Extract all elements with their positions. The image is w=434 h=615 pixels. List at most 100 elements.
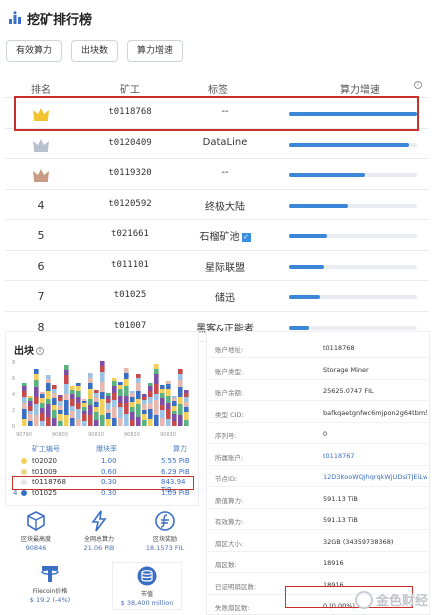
chart-bar-segment <box>142 400 147 404</box>
chart-bar-segment <box>130 407 135 412</box>
chart-bar-segment <box>136 404 141 417</box>
network-stats: 区块最高度 90846 全网总算力 21.06 PiB 区块奖励 18.1573… <box>0 506 200 614</box>
y-tick-label: 0 <box>12 424 15 430</box>
chart-bar-segment <box>148 397 153 403</box>
chart-bar-segment <box>28 401 33 406</box>
chart-bar-segment <box>154 384 159 394</box>
chart-bar-segment <box>70 399 75 406</box>
chart-bar-segment <box>70 418 75 426</box>
chart-bar-segment <box>154 394 159 400</box>
chart-bar-segment <box>124 386 129 396</box>
detail-value[interactable]: t0118767 <box>323 452 355 460</box>
chart-bar-segment <box>106 403 111 409</box>
miner-id[interactable]: t01009 <box>32 468 57 476</box>
chart-bar-segment <box>154 364 159 369</box>
chart-bar-segment <box>40 413 45 421</box>
detail-value: Storage Miner <box>323 365 369 374</box>
chart-bar-segment <box>112 418 117 426</box>
chart-bar-segment <box>178 397 183 404</box>
miner-id[interactable]: t0120409 <box>90 138 170 148</box>
stat-fil-price: Filecoin价格 $ 19.2 (-4%) <box>20 562 80 604</box>
miner-blocks-row[interactable]: t02020 1.00 5.55 PiB <box>10 456 196 467</box>
chart-bar-segment <box>130 402 135 407</box>
ranking-row[interactable]: 4 t0120592 终极大陆 <box>5 190 429 220</box>
chart-bar-segment <box>154 369 159 374</box>
tab-blocks[interactable]: 出块数 <box>71 40 119 62</box>
chart-bar-segment <box>136 417 141 426</box>
chart-bar-segment <box>58 406 63 410</box>
ranking-row[interactable]: t0119320 -- <box>5 159 429 190</box>
miner-id[interactable]: t011101 <box>90 260 170 270</box>
chart-bar-segment <box>166 384 171 389</box>
chart-bar-segment <box>166 396 171 403</box>
chart-bar-segment <box>142 397 147 400</box>
chart-bar-segment <box>76 383 81 386</box>
chart-bar-segment <box>76 403 81 409</box>
chart-bar-segment <box>58 395 63 397</box>
chart-bar-segment <box>64 375 69 384</box>
miner-id[interactable]: t01007 <box>90 321 170 331</box>
chart-bar-segment <box>106 419 111 426</box>
miner-id[interactable]: t02020 <box>32 457 57 465</box>
growth-bar <box>289 142 417 147</box>
detail-value[interactable]: 12D3KooWQjhqrqkWjUDsiTJEiLwk <box>323 473 427 481</box>
page-title: 挖矿排行榜 <box>27 12 93 28</box>
ranking-row[interactable]: 7 t01025 储迅 <box>5 281 429 312</box>
chart-bar-segment <box>148 419 153 426</box>
chart-bar-segment <box>100 399 105 415</box>
chart-bar-segment <box>172 398 177 401</box>
miner-id[interactable]: t0119320 <box>90 168 170 178</box>
info-icon[interactable]: i <box>414 81 422 89</box>
chart-bar-segment <box>184 402 189 407</box>
chart-bar-segment <box>46 399 51 404</box>
chart-bar-segment <box>100 361 105 366</box>
chart-bar-segment <box>142 404 147 410</box>
detail-key: 类型 CID: <box>215 410 244 419</box>
chart-bar-segment <box>64 384 69 394</box>
chart-bar-segment <box>34 397 39 404</box>
chart-bar-segment <box>106 413 111 419</box>
chart-bar-segment <box>172 396 177 398</box>
miner-id[interactable]: t021661 <box>90 229 170 239</box>
chart-bar-segment <box>82 401 87 403</box>
chart-bar-segment <box>76 397 81 403</box>
block-rate: 0.60 <box>101 467 117 476</box>
stat-height: 区块最高度 90846 <box>10 510 62 552</box>
chart-bar-segment <box>112 381 117 386</box>
ranking-row[interactable]: 5 t021661 石榴矿池 ✓ <box>5 220 429 251</box>
chart-bar-segment <box>172 421 177 426</box>
miner-id[interactable]: t01025 <box>90 290 170 300</box>
tab-power-growth[interactable]: 算力增速 <box>127 40 184 62</box>
detail-value: 591.13 TiB <box>323 516 358 524</box>
chart-bar-segment <box>64 415 69 426</box>
chart-bar-segment <box>34 387 39 397</box>
chart-bar-segment <box>76 419 81 426</box>
chart-bar-segment <box>166 409 171 419</box>
chart-bar-segment <box>22 383 27 386</box>
chart-bar-segment <box>52 389 57 393</box>
chart-bar-segment <box>124 403 129 414</box>
chart-bar-segment <box>58 401 63 406</box>
miner-id[interactable]: t0120592 <box>90 199 170 209</box>
chart-bar-segment <box>70 406 75 411</box>
y-tick-label: 6 <box>12 376 15 382</box>
tab-effective-power[interactable]: 有效算力 <box>6 40 63 62</box>
chart-bar-segment <box>34 380 39 387</box>
miner-tag: 星际联盟 <box>205 262 245 274</box>
chart-bar-segment <box>88 415 93 426</box>
ranking-row[interactable]: t0120409 DataLine <box>5 129 429 159</box>
chart-bar-segment <box>58 397 63 401</box>
chart-bar-segment <box>184 407 189 412</box>
chart-bar-segment <box>148 403 153 409</box>
ranking-row[interactable]: 6 t011101 星际联盟 <box>5 251 429 281</box>
chart-bar-segment <box>130 391 135 393</box>
chart-bar-segment <box>94 412 99 420</box>
chart-bar-segment <box>22 409 27 419</box>
col-growth[interactable]: 算力增速 <box>340 81 380 96</box>
page-header: 挖矿排行榜 <box>0 0 434 36</box>
chart-bar-segment <box>100 415 105 426</box>
rank-number: 5 <box>37 229 45 242</box>
chart-bar-segment <box>160 418 165 426</box>
growth-bar <box>289 203 417 208</box>
series-dot <box>21 489 27 498</box>
